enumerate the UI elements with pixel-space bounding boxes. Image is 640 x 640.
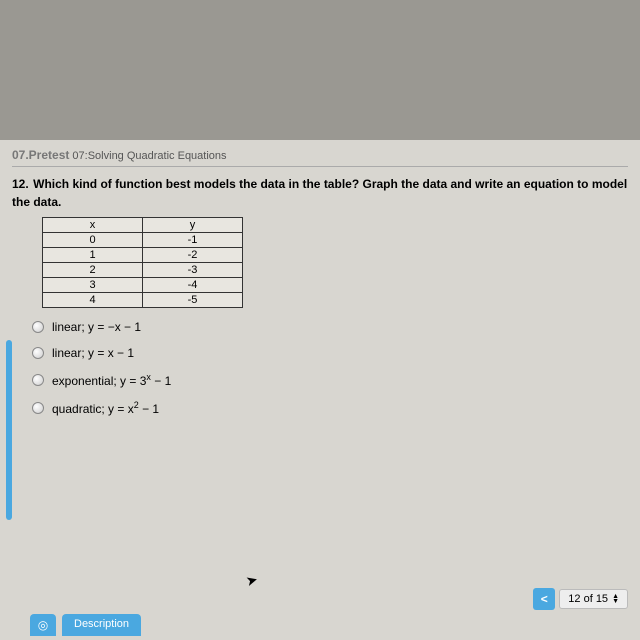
pagination-footer: < 12 of 15 ▲▼ [533, 588, 628, 610]
table-row: 0-1 [43, 233, 243, 248]
scrollbar[interactable] [6, 340, 12, 520]
data-table: x y 0-1 1-2 2-3 3-4 4-5 [42, 217, 243, 308]
bottom-tabs: ◎ Description [30, 614, 141, 636]
chapter-title: 07:Solving Quadratic Equations [69, 150, 226, 162]
tab-description[interactable]: Description [62, 614, 141, 636]
chapter-code: 07.Pretest [12, 148, 69, 162]
option-d-text: quadratic; y = x2 − 1 [52, 400, 159, 416]
radio-icon[interactable] [32, 321, 44, 333]
table-row: 3-4 [43, 278, 243, 293]
radio-icon[interactable] [32, 374, 44, 386]
table-row: 1-2 [43, 248, 243, 263]
option-b[interactable]: linear; y = x − 1 [32, 346, 628, 360]
tab-description-label: Description [74, 618, 129, 630]
option-b-text: linear; y = x − 1 [52, 346, 134, 360]
table-header-row: x y [43, 218, 243, 233]
table-row: 4-5 [43, 293, 243, 308]
radio-icon[interactable] [32, 402, 44, 414]
option-d[interactable]: quadratic; y = x2 − 1 [32, 400, 628, 416]
question-block: 12. Which kind of function best models t… [12, 175, 628, 211]
chapter-header: 07.Pretest 07:Solving Quadratic Equation… [12, 148, 628, 167]
answer-options: linear; y = −x − 1 linear; y = x − 1 exp… [32, 320, 628, 416]
page-indicator[interactable]: 12 of 15 ▲▼ [559, 589, 628, 609]
option-c-text: exponential; y = 3x − 1 [52, 372, 171, 388]
page-indicator-text: 12 of 15 [568, 593, 608, 605]
cursor-icon: ➤ [244, 571, 260, 590]
question-number: 12. [12, 177, 29, 191]
tab-icon-button[interactable]: ◎ [30, 614, 56, 636]
option-c[interactable]: exponential; y = 3x − 1 [32, 372, 628, 388]
col-header-y: y [143, 218, 243, 233]
stepper-arrows-icon[interactable]: ▲▼ [612, 594, 619, 604]
option-a-text: linear; y = −x − 1 [52, 320, 141, 334]
prev-button[interactable]: < [533, 588, 555, 610]
chevron-left-icon: < [541, 592, 548, 606]
data-table-wrap: x y 0-1 1-2 2-3 3-4 4-5 [42, 217, 628, 308]
quiz-screen: 07.Pretest 07:Solving Quadratic Equation… [0, 140, 640, 640]
col-header-x: x [43, 218, 143, 233]
radio-icon[interactable] [32, 347, 44, 359]
question-text: Which kind of function best models the d… [12, 177, 627, 209]
option-a[interactable]: linear; y = −x − 1 [32, 320, 628, 334]
table-row: 2-3 [43, 263, 243, 278]
target-icon: ◎ [38, 618, 48, 632]
